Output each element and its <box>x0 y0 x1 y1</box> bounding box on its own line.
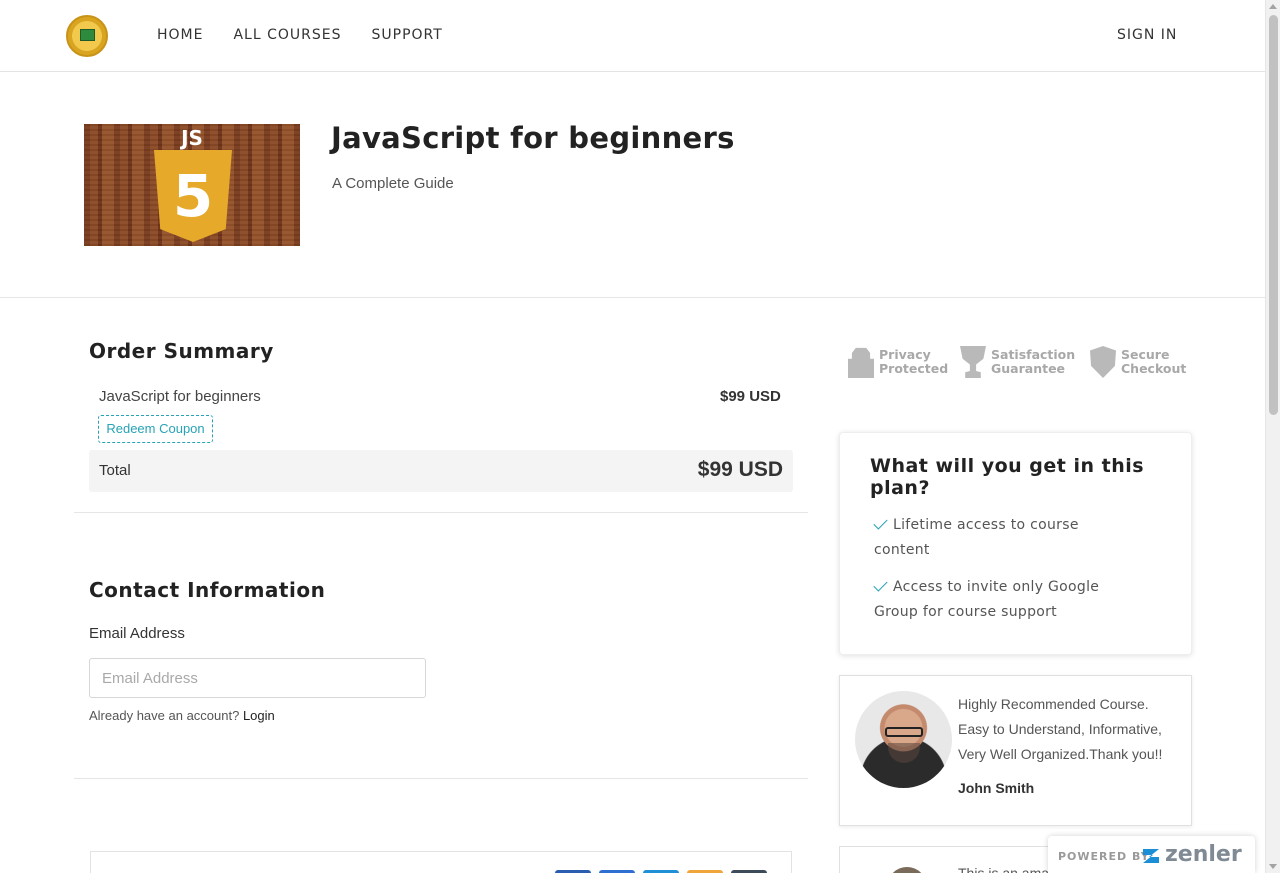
powered-by-badge[interactable]: POWERED BY zenler <box>1048 836 1255 873</box>
check-icon <box>873 577 888 592</box>
testimonial-author: John Smith <box>958 780 1035 796</box>
order-divider <box>74 512 808 513</box>
order-item-price: $99 USD <box>720 388 781 405</box>
trust-badge-privacy: Privacy Protected <box>848 346 948 378</box>
login-link[interactable]: Login <box>243 708 275 723</box>
zenler-brand: zenler <box>1165 842 1242 867</box>
reviewer-avatar <box>887 867 927 873</box>
total-label: Total <box>99 462 131 479</box>
trophy-icon <box>960 346 986 378</box>
thumbnail-glyph: 5 <box>172 162 214 230</box>
glasses-shape <box>885 727 923 737</box>
thumbnail-js-label: JS <box>181 126 203 150</box>
reviewer-avatar <box>855 691 952 788</box>
course-title: JavaScript for beginners <box>331 121 735 155</box>
course-thumbnail: JS 5 <box>84 124 300 246</box>
order-summary-heading: Order Summary <box>89 339 274 363</box>
site-logo[interactable] <box>66 15 108 57</box>
trust-badge-satisfaction: Satisfaction Guarantee <box>960 346 1075 378</box>
plan-benefit-text: Lifetime access to course content <box>874 517 1079 558</box>
trust-line1: Privacy <box>879 347 931 362</box>
trust-badge-secure: Secure Checkout <box>1090 346 1186 378</box>
page-scrollbar[interactable] <box>1265 0 1280 873</box>
scroll-down-arrow-icon[interactable] <box>1269 864 1277 869</box>
shield-check-icon <box>1090 346 1116 378</box>
scroll-thumb[interactable] <box>1269 15 1278 415</box>
total-value: $99 USD <box>697 458 783 481</box>
trust-line2: Guarantee <box>991 361 1066 376</box>
plan-benefit-text: Access to invite only Google Group for c… <box>874 579 1100 620</box>
testimonial-text: This is an ama <box>958 865 1050 873</box>
powered-by-label: POWERED BY <box>1058 850 1150 863</box>
testimonial-card: Highly Recommended Course. Easy to Under… <box>839 675 1192 826</box>
logo-monitor-icon <box>80 29 95 41</box>
plan-benefit-item: Access to invite only Google Group for c… <box>873 575 1104 625</box>
order-item-name: JavaScript for beginners <box>99 388 261 405</box>
redeem-coupon-button[interactable]: Redeem Coupon <box>98 415 213 443</box>
account-prompt-line: Already have an account? Login <box>89 708 275 723</box>
plan-benefits-card: What will you get in this plan? Lifetime… <box>839 432 1192 655</box>
testimonial-text: Highly Recommended Course. Easy to Under… <box>958 696 1163 762</box>
plan-heading: What will you get in this plan? <box>870 455 1145 499</box>
main-nav: HOME ALL COURSES SUPPORT <box>157 27 443 43</box>
sign-in-link[interactable]: SIGN IN <box>1117 27 1177 43</box>
nav-home[interactable]: HOME <box>157 27 203 43</box>
payment-section <box>90 851 792 873</box>
nav-support[interactable]: SUPPORT <box>372 27 443 43</box>
trust-line2: Checkout <box>1121 361 1187 376</box>
account-prompt: Already have an account? <box>89 708 240 723</box>
email-label: Email Address <box>89 625 185 642</box>
contact-divider <box>74 778 808 779</box>
order-total-row: Total $99 USD <box>89 450 793 492</box>
scroll-up-arrow-icon[interactable] <box>1269 4 1277 9</box>
email-input[interactable] <box>89 658 426 698</box>
course-subtitle: A Complete Guide <box>332 175 454 192</box>
lock-icon <box>848 347 874 378</box>
zenler-logo-icon <box>1143 849 1159 863</box>
nav-all-courses[interactable]: ALL COURSES <box>233 27 341 43</box>
beard-shape <box>888 743 920 763</box>
site-header: HOME ALL COURSES SUPPORT SIGN IN <box>0 0 1265 72</box>
check-icon <box>873 515 888 530</box>
trust-line2: Protected <box>879 361 949 376</box>
plan-benefit-item: Lifetime access to course content <box>873 513 1114 563</box>
trust-line1: Secure <box>1121 347 1170 362</box>
hero-divider <box>0 297 1265 298</box>
trust-line1: Satisfaction <box>991 347 1076 362</box>
contact-heading: Contact Information <box>89 578 326 602</box>
